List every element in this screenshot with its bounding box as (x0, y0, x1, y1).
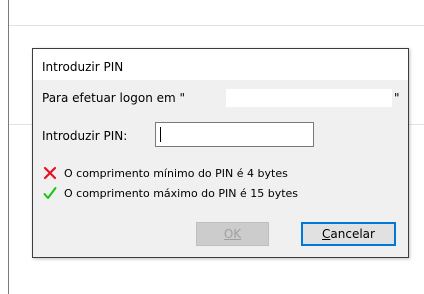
pin-label: Introduzir PIN: (42, 129, 128, 143)
ok-button-label: OK (223, 227, 242, 241)
text-caret (160, 127, 161, 142)
green-check-icon (43, 187, 57, 199)
dialog-title: Introduzir PIN (42, 60, 124, 74)
background-divider (9, 25, 424, 26)
logon-target-label: Para efetuar logon em " (42, 91, 186, 105)
enter-pin-dialog: Introduzir PIN Para efetuar logon em " "… (32, 48, 409, 258)
pin-input[interactable] (155, 122, 314, 147)
pin-rule-max-length-text: O comprimento máximo do PIN é 15 bytes (64, 186, 299, 200)
cancel-button-label: Cancelar (322, 227, 375, 241)
dialog-titlebar: Introduzir PIN (33, 49, 408, 80)
logon-target-value (226, 89, 392, 107)
logon-target-quote-close: " (394, 91, 400, 105)
pin-rule-min-length-text: O comprimento mínimo do PIN é 4 bytes (64, 166, 288, 180)
pin-rule-min-length: O comprimento mínimo do PIN é 4 bytes (43, 166, 288, 180)
pin-rule-max-length: O comprimento máximo do PIN é 15 bytes (43, 186, 298, 200)
cancel-button[interactable]: Cancelar (301, 222, 396, 246)
red-x-icon (43, 166, 57, 180)
ok-button[interactable]: OK (196, 222, 269, 246)
